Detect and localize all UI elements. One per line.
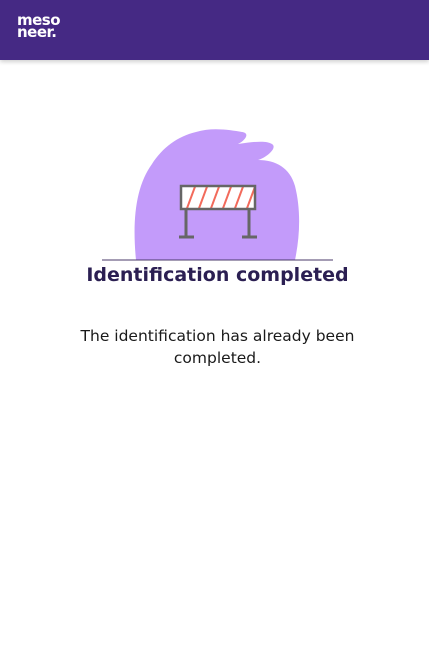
page-title: Identification completed xyxy=(86,264,349,286)
message-line-2: completed. xyxy=(173,349,262,367)
mesoneer-logo[interactable]: meso neer. xyxy=(17,13,61,41)
logo-line-2: neer. xyxy=(17,23,57,41)
message-line-1: The identification has already been xyxy=(80,327,355,345)
status-message: The identification has already been comp… xyxy=(0,325,429,369)
road-barrier-illustration xyxy=(102,129,333,261)
app-header: meso neer. xyxy=(0,0,429,60)
